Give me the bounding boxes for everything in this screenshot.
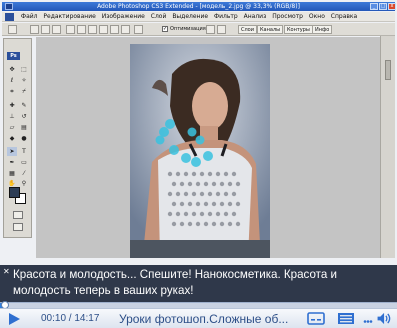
maximize-icon[interactable]: □ [379,3,387,10]
lasso-tool-icon[interactable]: ℓ [7,76,17,85]
new-selection-icon[interactable] [30,25,39,34]
text-tool-icon[interactable]: T [19,147,29,156]
magic-wand-icon[interactable]: ✧ [19,76,29,85]
path-select-icon[interactable]: ➤ [7,147,17,156]
ellipse-shape-icon[interactable] [88,25,97,34]
brush-tool-icon[interactable]: ✎ [19,101,29,110]
width-icon[interactable] [217,25,226,34]
subtitle-close-icon[interactable]: ✕ [3,268,11,276]
document-canvas[interactable] [130,44,270,258]
menu-select[interactable]: Выделение [170,12,210,21]
play-icon[interactable] [9,313,20,325]
stamp-tool-icon[interactable]: ⊥ [7,112,17,121]
blur-tool-icon[interactable]: ◆ [7,134,17,143]
toolbox: Ps ✥ ⬚ ℓ ✧ ⌗ ⌿ ✚ ✎ ⊥ ↺ ▱ ▤ ◆ ● ➤ T ✒ ▭ ▦… [3,38,32,238]
total-time: 14:17 [74,313,100,324]
lasso-preset-icon[interactable] [8,25,17,34]
rounded-rect-icon[interactable] [77,25,86,34]
gradient-tool-icon[interactable]: ▤ [19,123,29,132]
current-time: 00:10 [41,313,67,324]
tab-paths[interactable]: Контуры [284,25,313,34]
menu-bar: Файл Редактирование Изображение Слой Выд… [2,12,395,22]
volume-icon[interactable] [376,312,394,325]
custom-shape-icon[interactable] [121,25,130,34]
minimize-icon[interactable]: _ [370,3,378,10]
time-display: 00:10 / 14:17 [41,313,100,324]
close-icon[interactable]: x [388,3,396,10]
subtitle-overlay: ✕ Красота и молодость... Спешите! Наноко… [0,265,397,303]
subtract-selection-icon[interactable] [52,25,61,34]
style-icon[interactable] [206,25,215,34]
player-controls: 00:10 / 14:17 Уроки фотошоп.Сложные об..… [0,308,397,328]
slice-tool-icon[interactable]: ⌿ [19,87,29,96]
options-bar: ✓ Оптимизация Слои Каналы Контуры Инфо [2,23,395,36]
menu-file[interactable]: Файл [19,12,40,21]
tab-channels[interactable]: Каналы [257,25,284,34]
pen-tool-icon[interactable]: ✒ [7,158,17,167]
line-shape-icon[interactable] [110,25,119,34]
eyedropper-icon[interactable]: ⁄ [19,169,29,178]
antialias-label: Оптимизация [170,26,206,32]
photoshop-titlebar: Adobe Photoshop CS3 Extended - [модель_2… [2,2,396,11]
menu-help[interactable]: Справка [329,12,359,21]
notes-tool-icon[interactable]: ▦ [7,169,17,178]
add-selection-icon[interactable] [41,25,50,34]
quick-mask-icon[interactable] [13,211,23,219]
zoom-tool-icon[interactable]: ⚲ [19,179,29,188]
eraser-tool-icon[interactable]: ▱ [7,123,17,132]
toolbox-ps-badge: Ps [7,52,20,60]
video-player: Adobe Photoshop CS3 Extended - [модель_2… [0,0,397,328]
video-title: Уроки фотошоп.Сложные об... [119,312,289,326]
tab-layers[interactable]: Слои [238,25,257,34]
marquee-tool-icon[interactable]: ⬚ [19,65,29,74]
hd-icon[interactable] [337,312,355,325]
healing-tool-icon[interactable]: ✚ [7,101,17,110]
polygon-shape-icon[interactable] [99,25,108,34]
history-brush-icon[interactable]: ↺ [19,112,29,121]
crop-tool-icon[interactable]: ⌗ [7,87,17,96]
tab-info[interactable]: Инфо [312,25,333,34]
ps-menu-logo-icon [5,13,14,21]
menu-analysis[interactable]: Анализ [242,12,269,21]
menu-window[interactable]: Окно [307,12,327,21]
more-icon[interactable] [363,314,373,327]
menu-image[interactable]: Изображение [100,12,147,21]
subtitle-text: Красота и молодость... Спешите! Нанокосм… [13,268,338,297]
subtitles-icon[interactable] [307,312,325,325]
rect-shape-icon[interactable] [66,25,75,34]
feather-icon[interactable] [134,25,143,34]
antialias-checkbox[interactable]: ✓ [162,26,168,32]
dodge-tool-icon[interactable]: ● [19,134,29,143]
foreground-color-swatch[interactable] [9,187,20,198]
menu-filter[interactable]: Фильтр [212,12,240,21]
dock-scrollbar[interactable] [385,60,391,80]
menu-edit[interactable]: Редактирование [41,12,97,21]
window-title: Adobe Photoshop CS3 Extended - [модель_2… [97,3,300,10]
model-photo [130,44,270,258]
shape-tool-icon[interactable]: ▭ [19,158,29,167]
move-tool-icon[interactable]: ✥ [7,65,17,74]
menu-view[interactable]: Просмотр [270,12,305,21]
menu-layer[interactable]: Слой [149,12,169,21]
screen-mode-icon[interactable] [13,223,23,231]
